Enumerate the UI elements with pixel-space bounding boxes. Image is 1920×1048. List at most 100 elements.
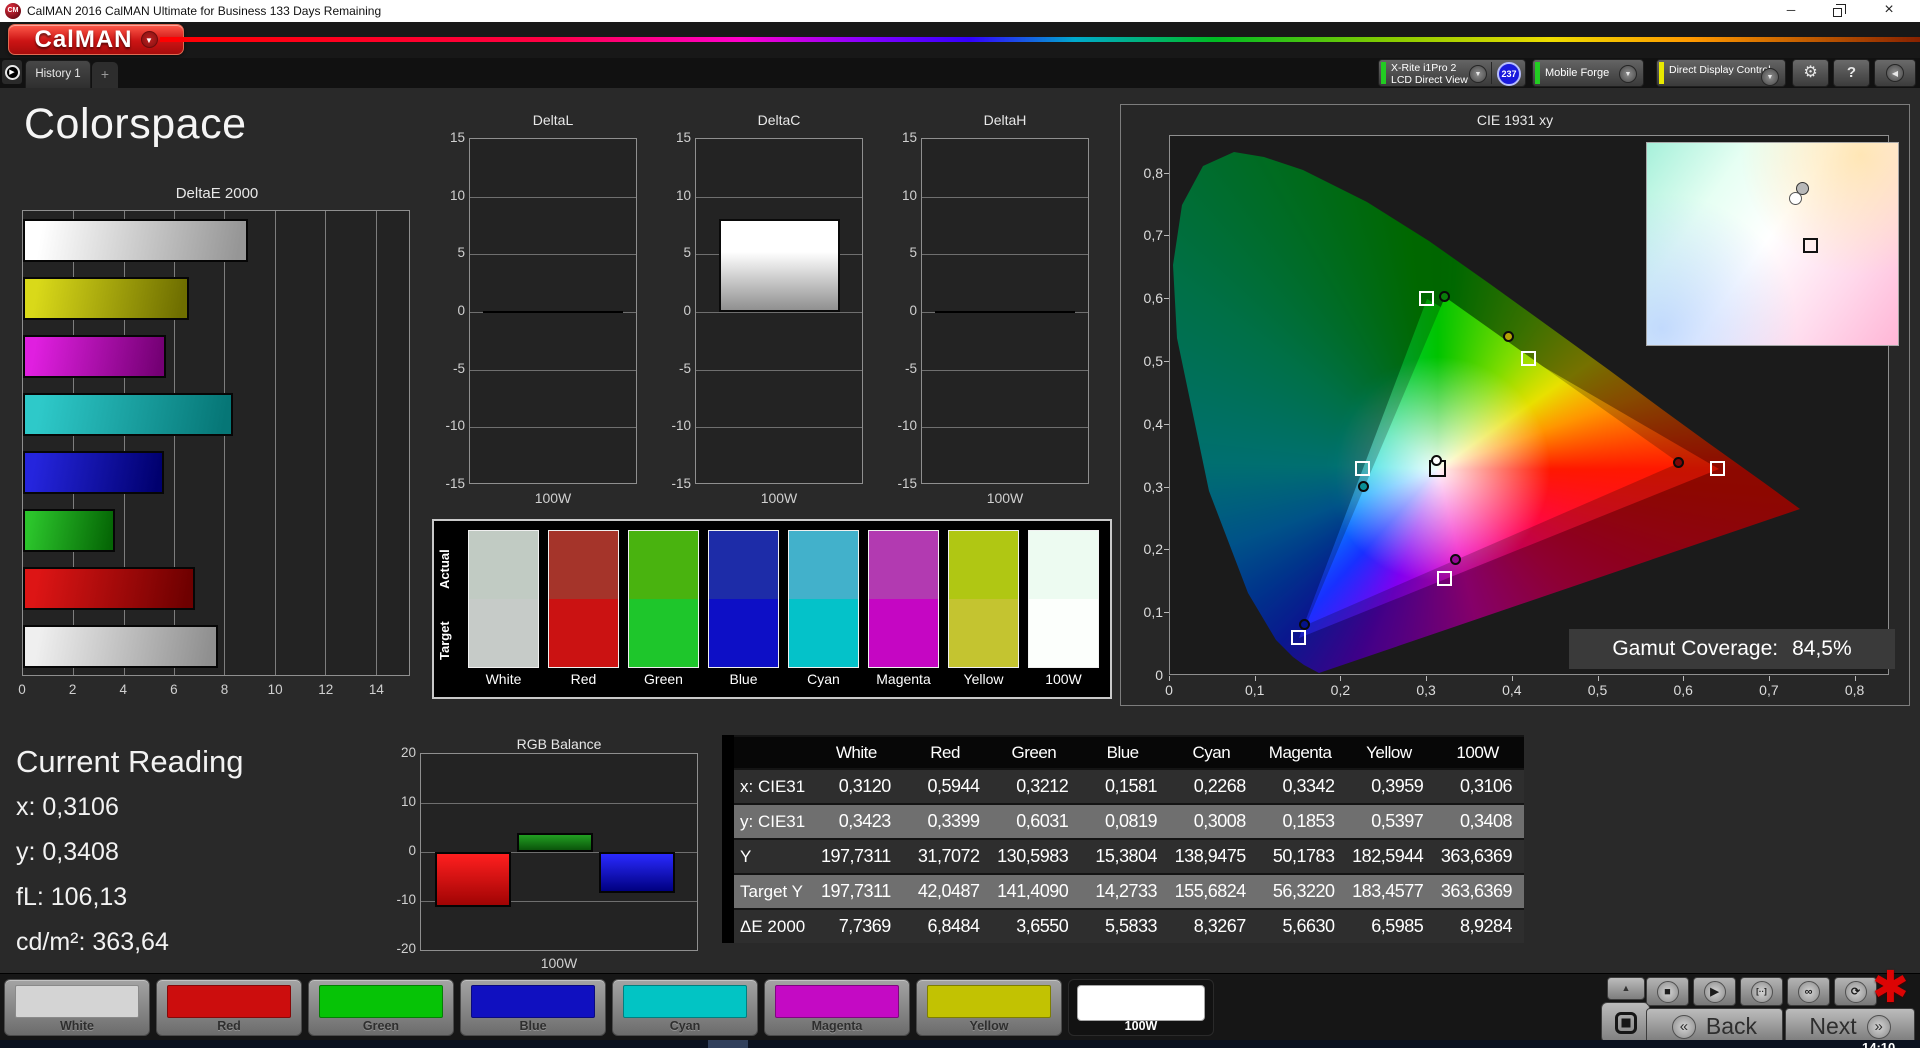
calman-menu-button[interactable]: CalMAN ▼ [8,24,184,55]
deltal-y-tick: 0 [457,303,465,318]
table-cell: 6,5985 [1371,916,1424,936]
table-col-header-cyan: Cyan [1192,742,1231,762]
deltac-y-tick: -15 [671,476,691,491]
minimize-button[interactable]: ─ [1768,0,1814,22]
deltah-y-tick: -5 [904,360,917,376]
display-control-selector[interactable]: Direct Display Control ▼ [1656,59,1786,87]
deltah-y-tick: -10 [897,418,917,434]
pattern-window-button[interactable] [1601,1002,1650,1043]
back-label: Back [1705,1013,1758,1039]
table-col-header-yellow: Yellow [1366,742,1412,762]
calman-app-icon: CM [5,3,21,19]
pattern-button-blue[interactable]: Blue [460,979,606,1036]
deltal-gridline [470,254,636,256]
table-cell: 5,5833 [1104,916,1158,936]
cie-x-tickmark [1768,676,1770,681]
read-continuous-button[interactable]: ▶ [1693,977,1736,1006]
table-row-label: ΔE 2000 [740,916,806,936]
cie-target-magenta [1437,571,1453,587]
pattern-button-magenta[interactable]: Magenta [764,979,910,1036]
taskbar-clock: 14:10 [1862,1040,1896,1048]
deltah-x-label: 100W [986,490,1024,506]
cie-y-tickmark [1164,486,1169,488]
pattern-swatch [775,985,899,1018]
swatch-actual-white [469,531,538,599]
table-cell: 0,3008 [1193,811,1247,831]
tabstrip-expander-button[interactable]: ▶ [2,60,22,84]
pattern-button-green[interactable]: Green [308,979,454,1036]
pattern-button-white[interactable]: White [4,979,150,1036]
add-tab-button[interactable]: + [92,62,118,88]
chevron-down-icon[interactable]: ▼ [1761,68,1779,86]
rgb-y-tick: 10 [400,794,416,809]
current-reading-title: Current Reading [16,744,244,779]
table-cell: 0,5397 [1371,811,1424,831]
white-point-inset [1646,142,1899,346]
table-cell: 5,6630 [1282,916,1335,936]
swatch-column-green: Green [628,530,699,687]
cie-chart-title: CIE 1931 xy [1476,112,1554,128]
taskbar-item[interactable] [708,1040,748,1048]
meter-name: X-Rite i1Pro 2 [1391,62,1457,74]
deltac-x-label: 100W [760,490,798,506]
settings-button[interactable]: ⚙ [1792,59,1829,87]
meter-count-badge[interactable]: 237 [1497,62,1521,86]
chevron-down-icon[interactable]: ▼ [1619,65,1637,83]
deltal-y-tick: 5 [457,245,465,261]
refresh-button[interactable]: ⟳ [1834,977,1877,1006]
chevron-left-icon: ◀ [1886,64,1904,82]
deltah-y-tick: 15 [901,130,917,145]
table-cell: 0,1581 [1104,776,1158,796]
read-series-button[interactable]: [··] [1740,977,1783,1006]
deltae-x-tick: 10 [267,682,283,697]
swatch-stack [548,530,619,668]
help-button[interactable]: ? [1833,59,1870,87]
cie-x-tickmark [1254,676,1256,681]
pattern-button-cyan[interactable]: Cyan [612,979,758,1036]
pattern-button-100w[interactable]: 100W [1068,979,1214,1036]
pattern-button-red[interactable]: Red [156,979,302,1036]
restore-icon [1832,4,1846,17]
pattern-window-up-button[interactable]: ▲ [1607,977,1645,1000]
table-cell: 183,4577 [1352,881,1424,901]
pattern-label: Magenta [811,1019,863,1033]
deltae-bar-red [23,567,196,610]
title-bar: CM CalMAN 2016 CalMAN Ultimate for Busin… [0,0,1920,22]
read-infinite-button[interactable]: ∞ [1787,977,1830,1006]
close-button[interactable]: × [1860,0,1918,22]
meter-selector[interactable]: X-Rite i1Pro 2 LCD Direct View ▼ 237 [1378,59,1526,87]
cie-y-tick-label: 0,6 [1143,290,1163,307]
deltae-gridline [274,211,276,675]
reading-line-1: y: 0,3408 [16,838,119,866]
tab-history-1[interactable]: History 1 [25,60,91,88]
table-cell: 56,3220 [1272,881,1335,901]
infinity-icon: ∞ [1797,980,1820,1003]
pattern-label: Cyan [669,1019,701,1033]
deltae-x-tick: 4 [119,682,127,697]
meter-mode: LCD Direct View [1391,74,1468,86]
pattern-source-selector[interactable]: Mobile Forge ▼ [1532,59,1644,87]
cie-y-tickmark [1164,612,1169,614]
deltae-plot [22,210,410,676]
stop-button[interactable]: ■ [1646,977,1689,1006]
cie-y-tickmark [1164,361,1169,362]
table-cell: 0,3120 [838,776,892,796]
table-col-header-blue: Blue [1106,742,1140,762]
pattern-swatch [1077,985,1205,1021]
cie-x-tick-label: 0,8 [1844,682,1865,698]
collapse-panel-button[interactable]: ◀ [1874,59,1916,87]
gamut-coverage-label: Gamut Coverage: [1612,637,1779,660]
calman-logo: CalMAN [34,25,133,53]
deltal-y-tick: 10 [449,187,465,203]
pattern-button-yellow[interactable]: Yellow [916,979,1062,1036]
deltae-bar-100w [23,219,248,262]
swatch-column-magenta: Magenta [868,530,939,687]
pattern-label: Blue [519,1019,547,1033]
swatch-column-yellow: Yellow [948,530,1019,687]
chevron-down-icon[interactable]: ▼ [1469,65,1487,83]
deltae-bar-blue [23,451,164,494]
cie-x-tickmark [1511,676,1513,681]
back-chevrons-icon: « [1671,1014,1696,1039]
restore-button[interactable] [1814,0,1860,22]
swatch-actual-cyan [789,531,858,599]
